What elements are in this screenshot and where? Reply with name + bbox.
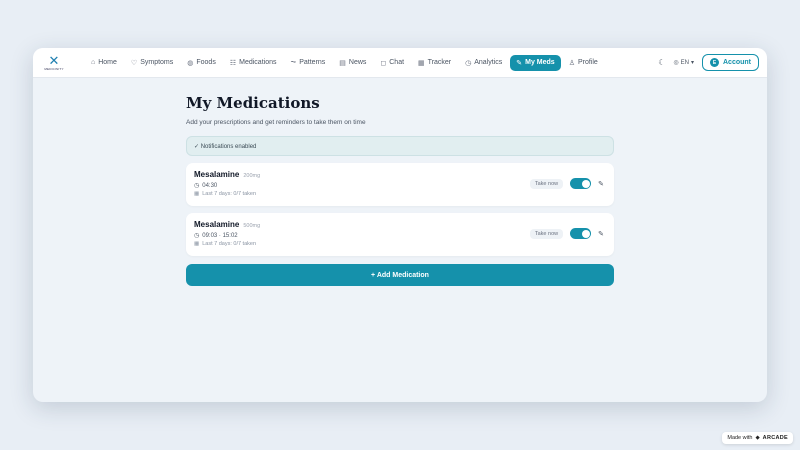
nav-item-label: Chat	[389, 59, 405, 66]
medication-times-text: 04:30	[202, 182, 218, 189]
app-window: ✕ MEDICINITY ⌂ Home ♡ Symptoms ◍ Foods ☷ Medica…	[33, 48, 767, 402]
page-title: My Medications	[186, 94, 320, 112]
clock-icon: ◷	[194, 233, 200, 239]
nav-item-label: Patterns	[299, 59, 326, 66]
newspaper-icon: ▤	[339, 59, 346, 67]
medication-dose: 200mg	[243, 173, 261, 179]
calendar-icon: ▦	[418, 59, 425, 67]
nav-item-home[interactable]: ⌂ Home	[85, 55, 123, 70]
medication-history: ▦ Last 7 days: 0/7 taken	[194, 191, 606, 197]
language-selector[interactable]: ◎ EN ▾	[673, 59, 694, 67]
top-navbar: ✕ MEDICINITY ⌂ Home ♡ Symptoms ◍ Foods ☷ Medica…	[33, 48, 767, 78]
nav-right: ☾ ◎ EN ▾ E Account	[658, 54, 759, 71]
app-logo[interactable]: ✕ MEDICINITY	[43, 52, 65, 74]
toggle-knob	[581, 179, 590, 188]
pattern-icon: ⏦	[290, 58, 297, 66]
medication-card: Mesalamine 500mg ◷ 09:03 · 15:02 ▦ Last 7 day…	[186, 213, 614, 256]
language-label: EN	[680, 59, 689, 66]
medication-actions: Take now ✎	[529, 228, 604, 239]
nav-item-analytics[interactable]: ◷ Analytics	[459, 55, 508, 71]
medication-times-text: 09:03 · 15:02	[202, 232, 238, 239]
badge-prefix: Made with	[727, 435, 753, 441]
made-with-badge[interactable]: Made with ◆ ARCADE	[722, 432, 793, 444]
medication-actions: Take now ✎	[529, 178, 604, 189]
nav-item-label: Home	[98, 59, 117, 66]
take-now-button[interactable]: Take now	[529, 228, 564, 239]
nav-item-medications[interactable]: ☷ Medications	[224, 55, 283, 71]
medication-dose: 500mg	[243, 223, 261, 229]
home-icon: ⌂	[91, 59, 96, 66]
add-medication-button[interactable]: + Add Medication	[186, 264, 614, 286]
reminder-toggle[interactable]	[570, 228, 592, 239]
nav-item-foods[interactable]: ◍ Foods	[181, 55, 222, 71]
medication-name: Mesalamine	[194, 170, 240, 179]
user-icon: ♙	[568, 59, 575, 67]
dark-mode-icon[interactable]: ☾	[658, 58, 665, 67]
medication-history-text: Last 7 days: 0/7 taken	[202, 241, 257, 247]
medication-history-text: Last 7 days: 0/7 taken	[202, 191, 257, 197]
nav-item-label: Foods	[196, 59, 216, 66]
arcade-logo-icon: ◆	[755, 435, 760, 441]
nav-item-patterns[interactable]: ⏦ Patterns	[284, 55, 331, 71]
page-subtitle: Add your prescriptions and get reminders…	[186, 119, 366, 126]
nav-items: ⌂ Home ♡ Symptoms ◍ Foods ☷ Medications ⏦ Pattern…	[85, 54, 658, 71]
nav-item-profile[interactable]: ♙ Profile	[563, 55, 604, 71]
logo-icon: ✕	[48, 52, 60, 68]
medication-list: Mesalamine 200mg ◷ 04:30 ▦ Last 7 days: 0/7 t…	[186, 163, 614, 256]
chat-icon: ◻	[380, 59, 387, 67]
avatar: E	[710, 58, 719, 67]
main-content: My Medications Add your prescriptions an…	[186, 94, 614, 286]
nav-item-chat[interactable]: ◻ Chat	[374, 55, 410, 71]
edit-icon[interactable]: ✎	[598, 180, 604, 188]
reminder-toggle[interactable]	[570, 178, 592, 189]
nav-item-label: Analytics	[474, 59, 503, 66]
logo-text: MEDICINITY	[44, 66, 64, 71]
clock-icon: ◷	[465, 59, 472, 67]
clock-icon: ◷	[194, 183, 200, 189]
globe-icon: ◎	[673, 60, 679, 66]
edit-icon[interactable]: ✎	[598, 230, 604, 238]
nav-item-label: Tracker	[427, 59, 452, 66]
badge-brand: ARCADE	[762, 435, 788, 441]
calendar-icon: ▦	[194, 191, 200, 197]
medication-card: Mesalamine 200mg ◷ 04:30 ▦ Last 7 days: 0/7 t…	[186, 163, 614, 206]
nav-item-label: Medications	[239, 59, 277, 66]
nav-item-my-meds[interactable]: ✎ My Meds	[510, 54, 561, 71]
calendar-icon: ▦	[194, 241, 200, 247]
nav-item-label: Symptoms	[140, 59, 174, 66]
notifications-banner: ✓ Notifications enabled	[186, 136, 614, 156]
nav-item-news[interactable]: ▤ News	[333, 55, 372, 71]
nav-item-label: Profile	[577, 59, 598, 66]
medication-name: Mesalamine	[194, 220, 240, 229]
medication-history: ▦ Last 7 days: 0/7 taken	[194, 241, 606, 247]
chevron-down-icon: ▾	[690, 60, 694, 66]
nav-item-symptoms[interactable]: ♡ Symptoms	[125, 55, 179, 71]
take-now-button[interactable]: Take now	[529, 178, 564, 189]
nav-item-label: My Meds	[525, 59, 555, 66]
pill-icon: ✎	[516, 59, 523, 67]
toggle-knob	[581, 229, 590, 238]
apple-icon: ◍	[187, 59, 194, 67]
account-button[interactable]: E Account	[702, 54, 759, 71]
nav-item-tracker[interactable]: ▦ Tracker	[412, 55, 457, 71]
heart-icon: ♡	[130, 59, 138, 67]
pill-list-icon: ☷	[229, 59, 237, 67]
account-label: Account	[723, 59, 751, 66]
nav-item-label: News	[348, 59, 367, 66]
